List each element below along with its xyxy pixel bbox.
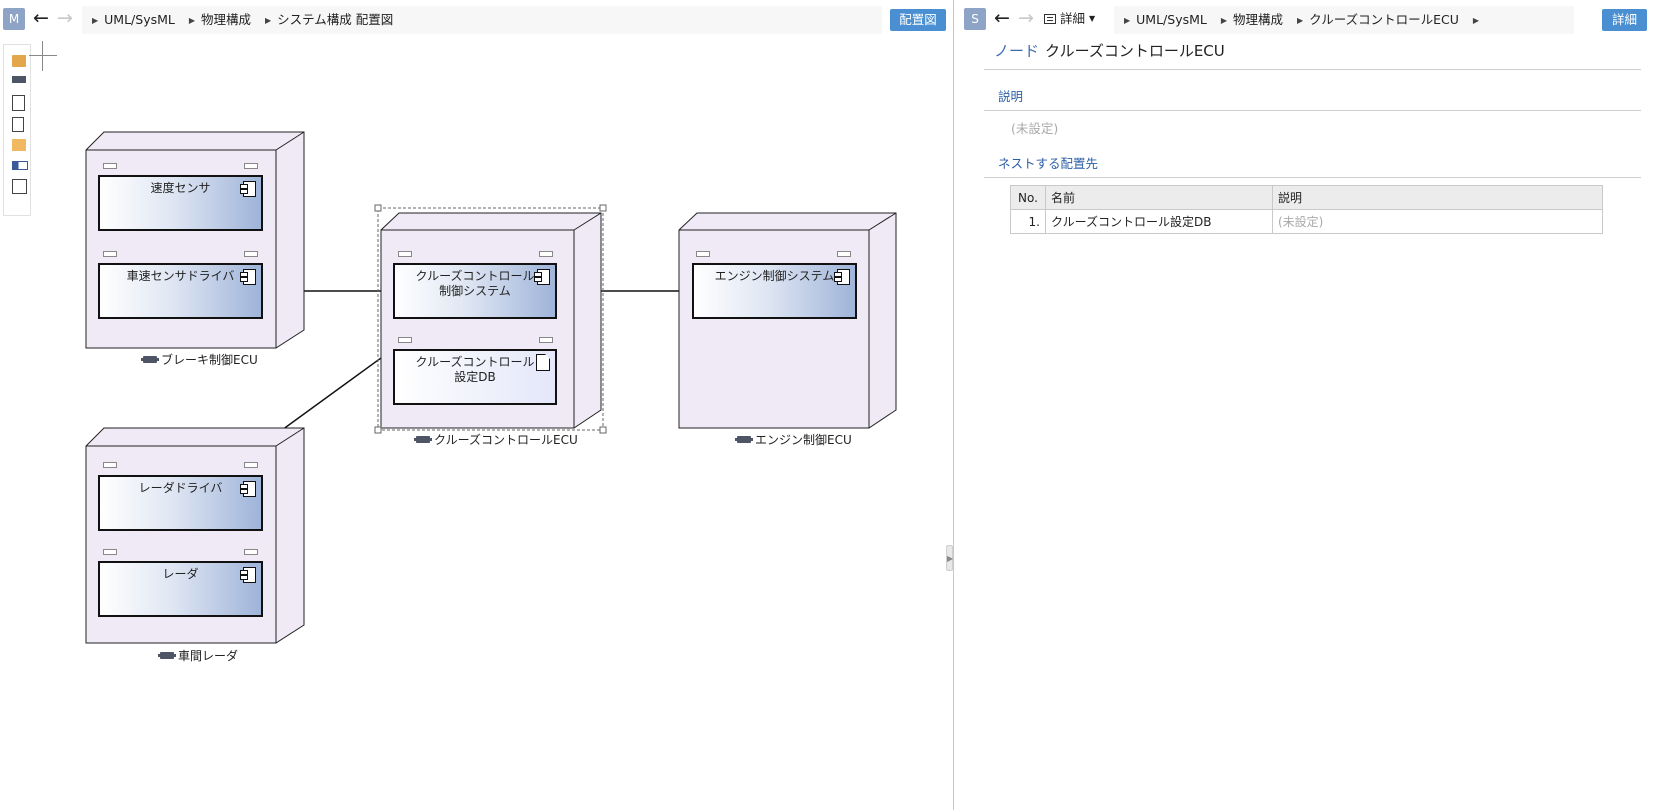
node-label-text: ブレーキ制御ECU <box>161 353 258 367</box>
table-row[interactable]: 1. クルーズコントロール設定DB (未設定) <box>1010 209 1603 234</box>
deployment-diagram-canvas[interactable] <box>0 0 953 810</box>
cell-no: 1. <box>1010 209 1046 234</box>
component-icon <box>240 481 256 497</box>
port <box>103 251 117 257</box>
port <box>244 549 258 555</box>
splitter-collapse-icon[interactable]: ▶ <box>946 545 953 571</box>
column-header-name: 名前 <box>1045 185 1273 210</box>
component-radar-driver[interactable]: レーダドライバ <box>98 475 263 531</box>
diagram-pane: M ← → ▶ UML/SysML ▶ 物理構成 ▶ システム構成 配置図 配置図 <box>0 0 953 810</box>
component-label: 速度センサ <box>150 181 211 195</box>
component-label: 車速センサドライバ <box>126 269 235 283</box>
node-label-text: 車間レーダ <box>178 649 239 663</box>
component-cruise-system[interactable]: クルーズコントロール制御システム <box>393 263 557 319</box>
detail-pane: S ← → 詳細 ▼ ▶ UML/SysML ▶ 物理構成 ▶ クルーズコントロールE… <box>954 0 1653 810</box>
cell-name[interactable]: クルーズコントロール設定DB <box>1045 209 1273 234</box>
node-label-text: エンジン制御ECU <box>755 433 852 447</box>
view-dropdown-label: 詳細 <box>1060 11 1086 26</box>
caret-right-icon: ▶ <box>1297 16 1304 25</box>
artifact-label: クルーズコントロール設定DB <box>415 355 535 384</box>
node-icon <box>158 652 176 659</box>
port <box>696 251 710 257</box>
spec-badge[interactable]: S <box>964 8 986 30</box>
node-engine-ecu <box>678 212 897 429</box>
detail-toolbar: S ← → 詳細 ▼ ▶ UML/SysML ▶ 物理構成 ▶ クルーズコントロールE… <box>954 6 1653 34</box>
element-name[interactable]: クルーズコントロールECU <box>1045 42 1225 60</box>
component-label: エンジン制御システム <box>714 269 835 283</box>
node-icon <box>414 436 432 443</box>
port <box>837 251 851 257</box>
port <box>244 462 258 468</box>
detail-button[interactable]: 詳細 <box>1602 9 1647 31</box>
cell-description[interactable]: (未設定) <box>1272 209 1603 234</box>
port <box>103 549 117 555</box>
component-label: クルーズコントロール制御システム <box>415 269 535 298</box>
node-icon <box>141 356 159 363</box>
node-label-engine: エンジン制御ECU <box>735 431 852 448</box>
description-section-header[interactable]: 説明 <box>984 86 1641 111</box>
component-icon <box>834 269 850 285</box>
divider <box>984 69 1641 70</box>
component-speed-sensor[interactable]: 速度センサ <box>98 175 263 231</box>
port <box>244 251 258 257</box>
port <box>539 337 553 343</box>
list-icon <box>1044 14 1056 24</box>
node-label-radar: 車間レーダ <box>158 647 239 664</box>
component-label: レーダ <box>162 567 199 581</box>
port <box>398 251 412 257</box>
component-icon <box>240 567 256 583</box>
description-value[interactable]: (未設定) <box>1011 118 1058 137</box>
back-arrow-icon[interactable]: ← <box>991 8 1013 30</box>
breadcrumb: ▶ UML/SysML ▶ 物理構成 ▶ クルーズコントロールECU ▶ <box>1114 6 1574 34</box>
view-dropdown[interactable]: 詳細 ▼ <box>1044 8 1095 30</box>
nested-deployment-table: No. 名前 説明 1. クルーズコントロール設定DB (未設定) <box>1010 185 1603 234</box>
port <box>244 163 258 169</box>
node-icon <box>735 436 753 443</box>
component-icon <box>240 269 256 285</box>
breadcrumb-item[interactable]: UML/SysML <box>1136 12 1207 27</box>
caret-right-icon: ▶ <box>1472 16 1480 25</box>
component-icon <box>534 269 550 285</box>
component-label: レーダドライバ <box>138 481 223 495</box>
port <box>398 337 412 343</box>
artifact-cruise-db[interactable]: クルーズコントロール設定DB <box>393 349 557 405</box>
component-icon <box>240 181 256 197</box>
element-title: ノード クルーズコントロールECU <box>994 40 1225 61</box>
component-wheel-sensor-driver[interactable]: 車速センサドライバ <box>98 263 263 319</box>
port <box>103 163 117 169</box>
node-label-text: クルーズコントロールECU <box>434 433 578 447</box>
port <box>103 462 117 468</box>
nested-section-header[interactable]: ネストする配置先 <box>984 153 1641 178</box>
caret-right-icon: ▶ <box>1220 16 1227 25</box>
forward-arrow-icon[interactable]: → <box>1015 8 1037 30</box>
caret-right-icon: ▶ <box>1124 16 1131 25</box>
node-label-brake: ブレーキ制御ECU <box>141 351 258 368</box>
breadcrumb-item[interactable]: 物理構成 <box>1233 12 1283 27</box>
chevron-down-icon: ▼ <box>1089 14 1096 23</box>
breadcrumb-item[interactable]: クルーズコントロールECU <box>1309 12 1459 27</box>
column-header-description: 説明 <box>1272 185 1603 210</box>
column-header-no: No. <box>1010 185 1046 210</box>
node-label-cruise: クルーズコントロールECU <box>414 431 578 448</box>
component-engine-system[interactable]: エンジン制御システム <box>692 263 857 319</box>
element-kind: ノード <box>994 42 1040 60</box>
port <box>539 251 553 257</box>
component-radar[interactable]: レーダ <box>98 561 263 617</box>
